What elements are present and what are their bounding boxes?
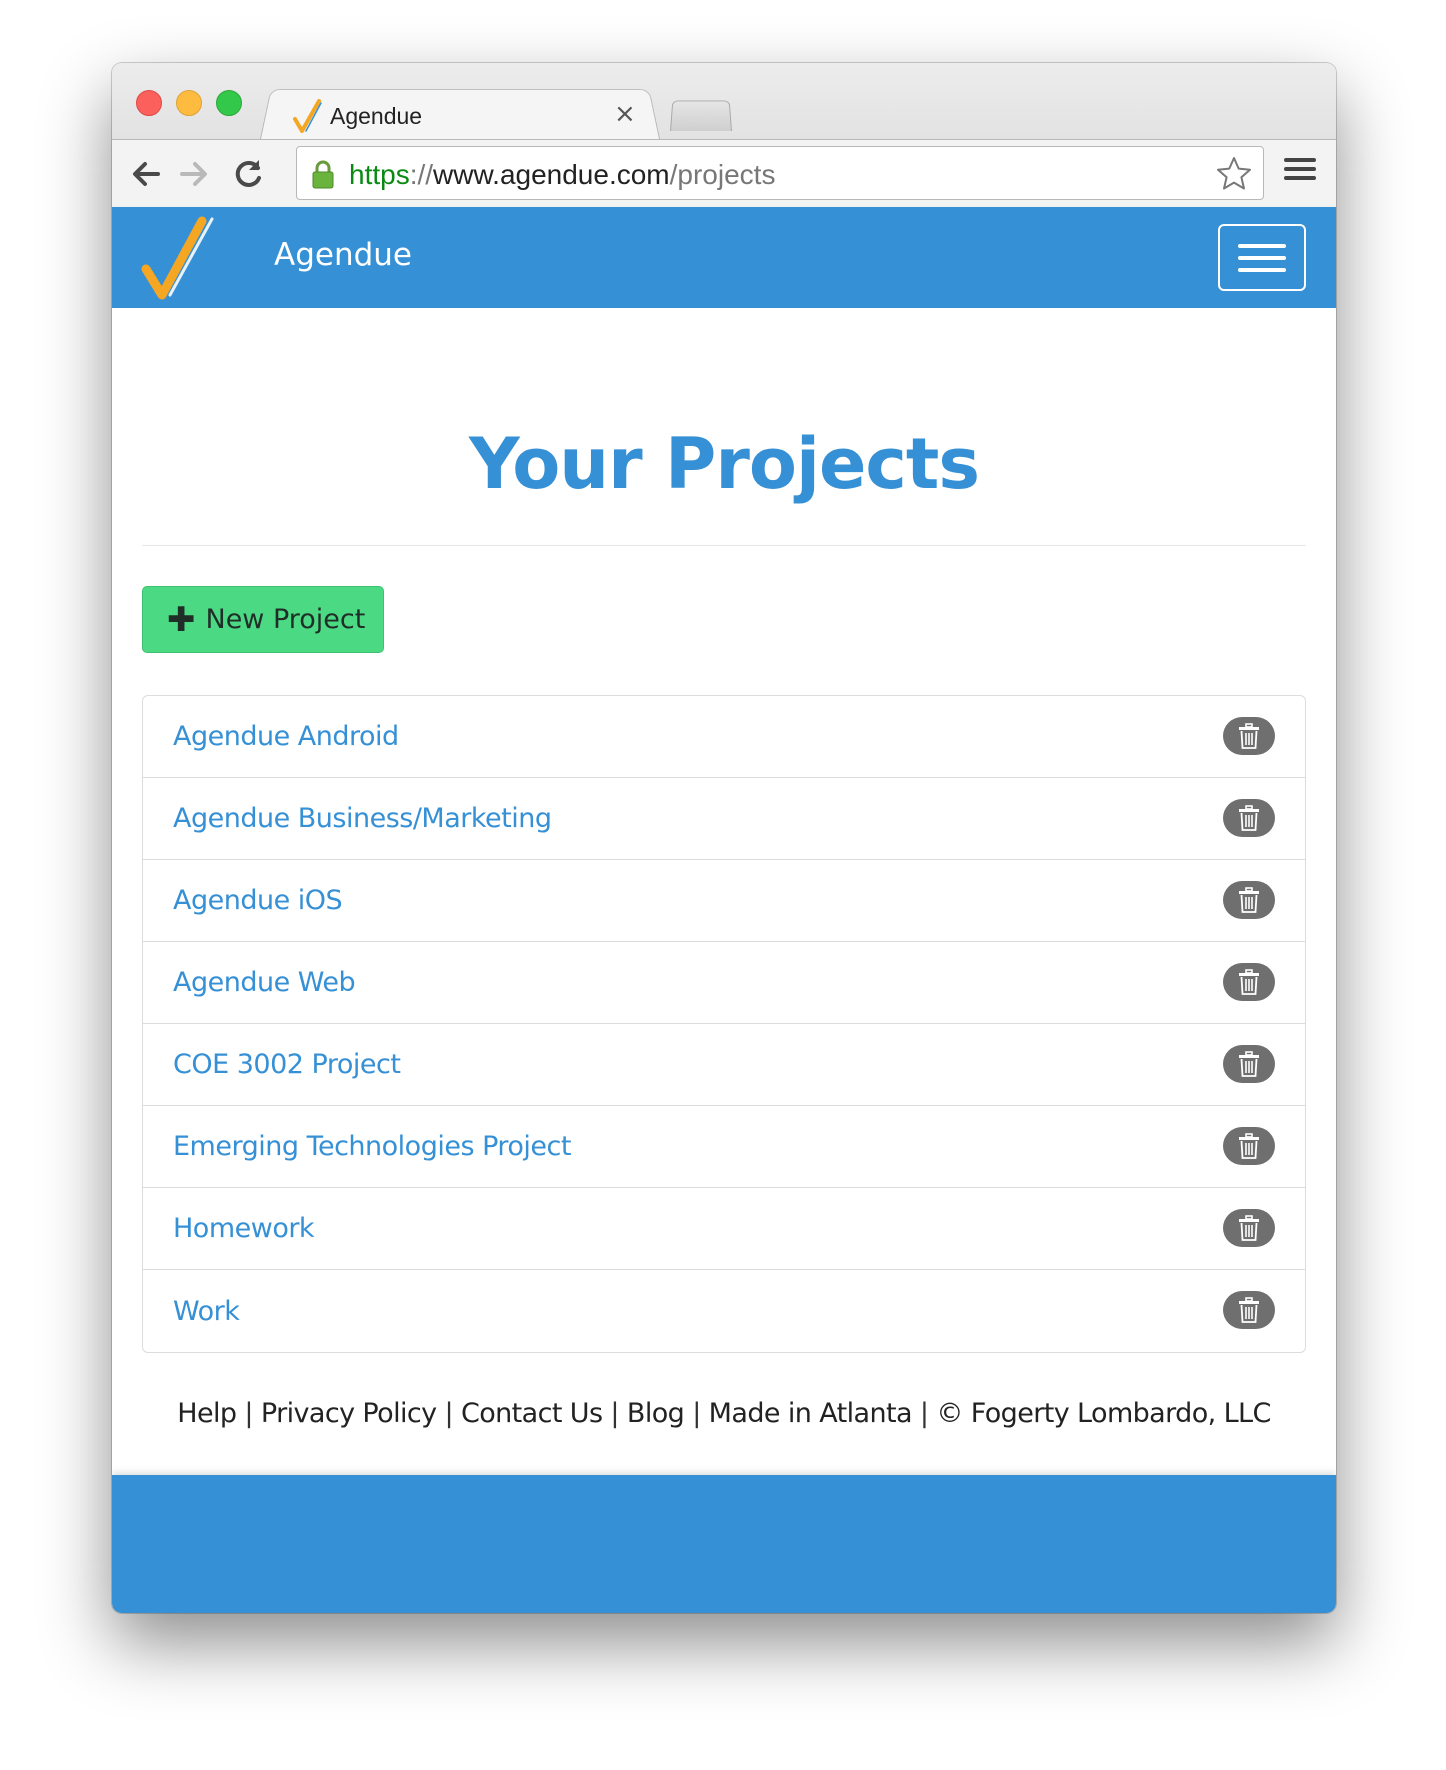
menu-bar-icon	[1238, 244, 1286, 248]
delete-project-button[interactable]	[1223, 1127, 1275, 1165]
browser-chrome: Agendue × https://www.agendue.com/projec…	[112, 63, 1336, 207]
trash-icon	[1239, 1297, 1259, 1323]
project-row[interactable]: Work	[143, 1270, 1305, 1352]
agendue-logo-icon[interactable]	[140, 215, 214, 301]
address-bar[interactable]: https://www.agendue.com/projects	[296, 146, 1264, 200]
trash-icon	[1239, 969, 1259, 995]
new-tab-button[interactable]	[670, 100, 732, 131]
footer-separator: |	[610, 1398, 619, 1429]
navbar-toggle-button[interactable]	[1218, 224, 1306, 291]
project-link[interactable]: COE 3002 Project	[173, 1049, 401, 1080]
trash-icon	[1239, 1215, 1259, 1241]
project-row[interactable]: Agendue iOS	[143, 860, 1305, 942]
minimize-window-button[interactable]	[176, 90, 202, 116]
project-link[interactable]: Agendue Android	[173, 721, 399, 752]
brand-name[interactable]: Agendue	[274, 237, 412, 273]
forward-arrow-icon	[180, 162, 207, 186]
url-scheme: https	[349, 159, 410, 190]
footer-link[interactable]: © Fogerty Lombardo, LLC	[936, 1398, 1271, 1429]
delete-project-button[interactable]	[1223, 1209, 1275, 1247]
bookmark-star-icon[interactable]	[1215, 155, 1253, 193]
project-row[interactable]: Homework	[143, 1188, 1305, 1270]
project-link[interactable]: Agendue Business/Marketing	[173, 803, 552, 834]
plus-icon: ✚	[167, 599, 196, 640]
reload-icon	[235, 160, 261, 187]
delete-project-button[interactable]	[1223, 717, 1275, 755]
footer-link[interactable]: Privacy Policy	[261, 1398, 437, 1429]
browser-tab-content: Agendue ×	[292, 93, 652, 137]
trash-icon	[1239, 805, 1259, 831]
reload-button[interactable]	[230, 156, 266, 192]
footer-link[interactable]: Contact Us	[461, 1398, 603, 1429]
url-host: www.agendue.com	[433, 159, 670, 190]
site-navbar: Agendue	[112, 207, 1336, 308]
delete-project-button[interactable]	[1223, 1045, 1275, 1083]
url-separator: ://	[409, 159, 434, 190]
delete-project-button[interactable]	[1223, 799, 1275, 837]
trash-icon	[1239, 1051, 1259, 1077]
secure-lock-icon	[312, 160, 334, 189]
project-link[interactable]: Agendue Web	[173, 967, 356, 998]
trash-icon	[1239, 1133, 1259, 1159]
footer-link[interactable]: Help	[177, 1398, 237, 1429]
delete-project-button[interactable]	[1223, 1291, 1275, 1329]
footer-separator: |	[244, 1398, 253, 1429]
project-row[interactable]: Agendue Business/Marketing	[143, 778, 1305, 860]
footer-link[interactable]: Blog	[627, 1398, 685, 1429]
close-window-button[interactable]	[136, 90, 162, 116]
project-link[interactable]: Emerging Technologies Project	[173, 1131, 571, 1162]
trash-icon	[1239, 887, 1259, 913]
project-link[interactable]: Work	[173, 1296, 240, 1327]
footer-separator: |	[444, 1398, 453, 1429]
footer-link[interactable]: Made in Atlanta	[709, 1398, 913, 1429]
project-row[interactable]: Emerging Technologies Project	[143, 1106, 1305, 1188]
project-row[interactable]: Agendue Android	[143, 696, 1305, 778]
menu-bar-icon	[1238, 268, 1286, 272]
delete-project-button[interactable]	[1223, 881, 1275, 919]
new-project-button[interactable]: ✚ New Project	[142, 586, 384, 653]
project-link[interactable]: Homework	[173, 1213, 315, 1244]
page-title: Your Projects	[468, 423, 980, 505]
browser-menu-icon[interactable]	[1284, 158, 1316, 188]
tab-title: Agendue	[330, 103, 423, 129]
page-content: Your Projects ✚ New Project Agendue Andr…	[112, 308, 1336, 1538]
browser-toolbar: https://www.agendue.com/projects	[112, 139, 1336, 207]
url-text: https://www.agendue.com/projects	[349, 159, 775, 191]
close-tab-icon[interactable]: ×	[614, 99, 636, 129]
site-footer-bar	[112, 1475, 1336, 1613]
back-button[interactable]	[128, 156, 164, 192]
project-row[interactable]: Agendue Web	[143, 942, 1305, 1024]
delete-project-button[interactable]	[1223, 963, 1275, 1001]
trash-icon	[1239, 723, 1259, 749]
project-link[interactable]: Agendue iOS	[173, 885, 343, 916]
footer-links: Help | Privacy Policy | Contact Us | Blo…	[112, 1398, 1336, 1429]
zoom-window-button[interactable]	[216, 90, 242, 116]
forward-button[interactable]	[176, 156, 212, 192]
new-project-label: New Project	[205, 604, 366, 635]
project-row[interactable]: COE 3002 Project	[143, 1024, 1305, 1106]
footer-separator: |	[692, 1398, 701, 1429]
title-divider	[142, 545, 1306, 546]
browser-window: Agendue × https://www.agendue.com/projec…	[112, 63, 1336, 1613]
menu-bar-icon	[1238, 256, 1286, 260]
back-arrow-icon	[133, 162, 160, 186]
footer-separator: |	[919, 1398, 929, 1429]
url-path: /projects	[669, 159, 776, 190]
project-list: Agendue Android Agendue Business/Marketin…	[142, 695, 1306, 1353]
agendue-favicon-icon	[293, 99, 322, 133]
